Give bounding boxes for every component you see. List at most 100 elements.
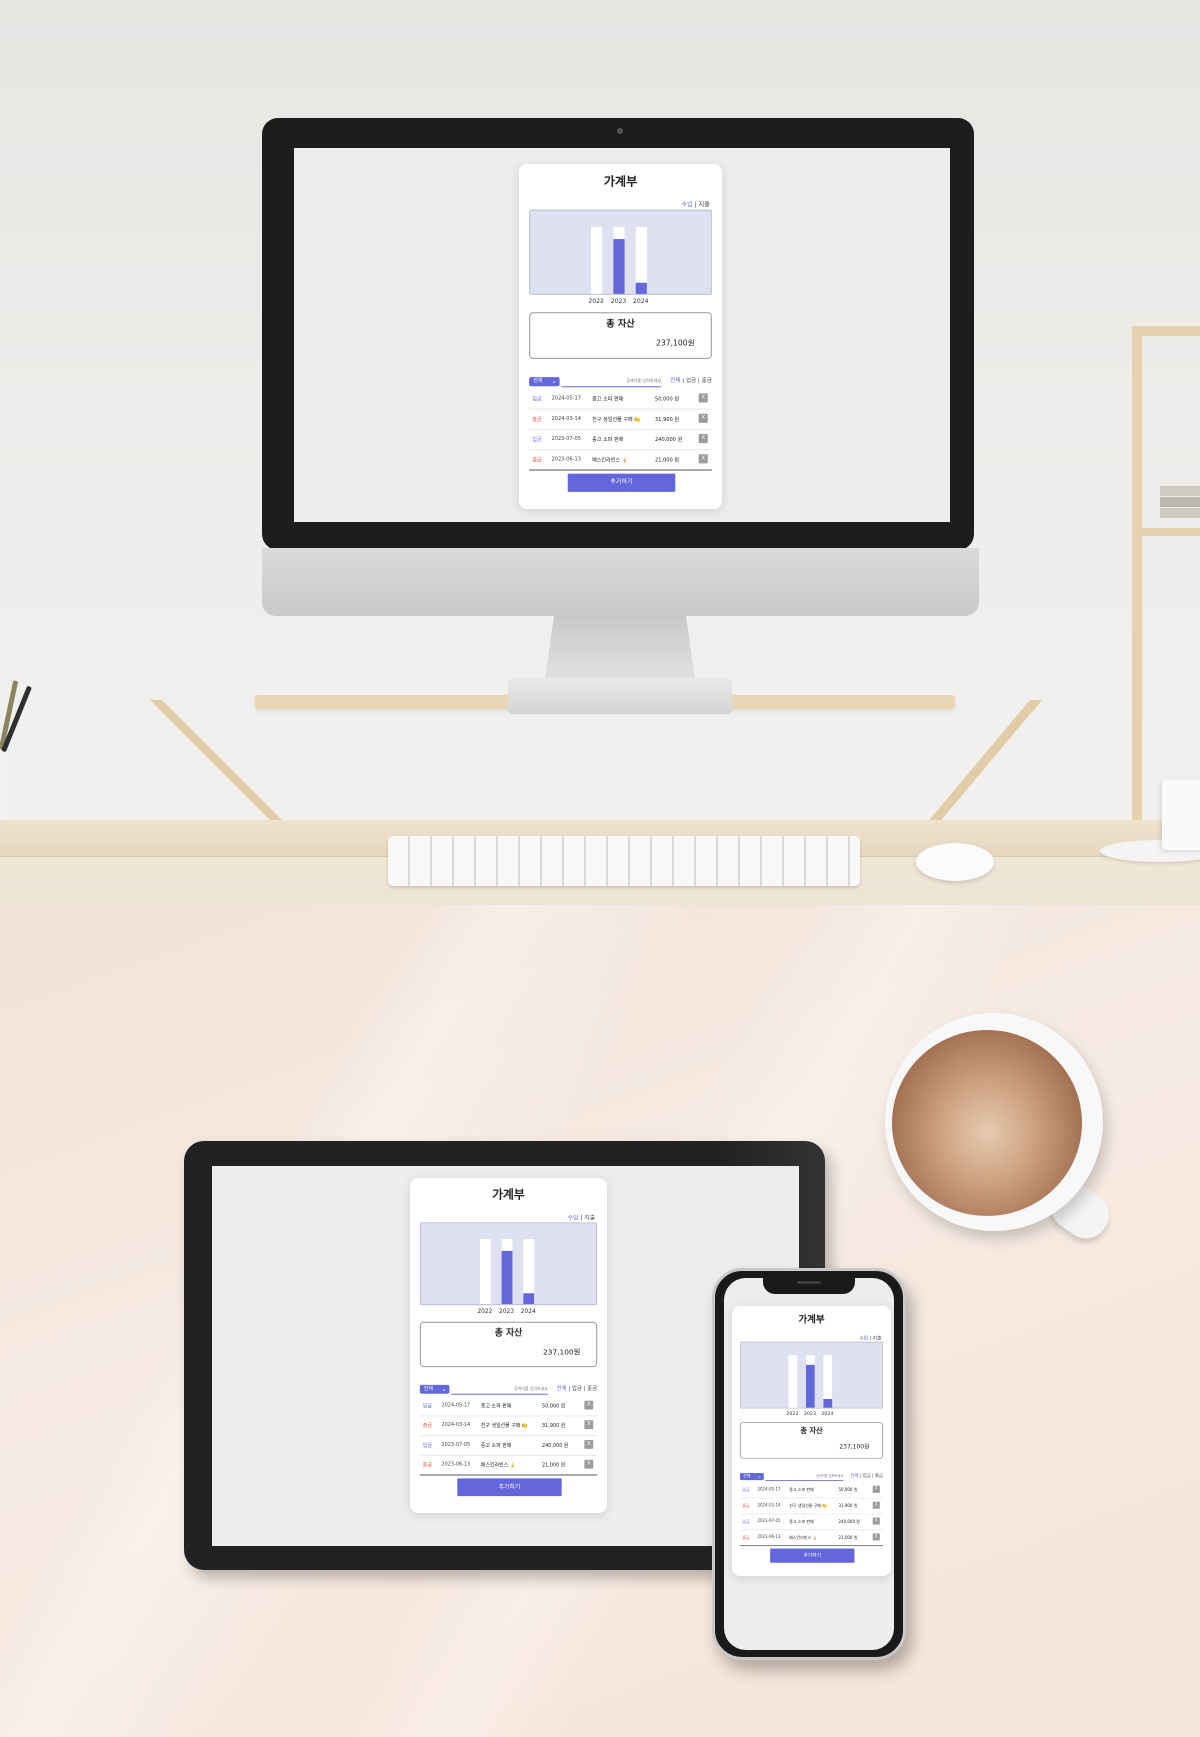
search-input[interactable]: 검색어를 입력하세요 <box>561 377 662 388</box>
transaction-row: 출금 2024-03-14 친구 생일선물 구매 🍋 31,900 원 X <box>529 410 712 430</box>
filter-bar: 전체 ⌄ 검색어를 입력하세요 전체 | 입금 | 출금 <box>419 1384 597 1395</box>
transaction-amount: 50,000 원 <box>541 1403 566 1410</box>
category-dropdown[interactable]: 전체 ⌄ <box>419 1384 450 1394</box>
search-input[interactable]: 검색어를 입력하세요 <box>451 1385 548 1395</box>
toggle-income[interactable]: 수입 <box>681 202 692 209</box>
tab-all[interactable]: 전체 <box>850 1474 858 1479</box>
chart-bar-2024 <box>823 1398 833 1408</box>
budget-app: 가계부 수입 | 지출 2022 2023 2024 총 자산 237,100원 전… <box>519 164 722 509</box>
transaction-description: 중고 소파 판매 <box>789 1488 814 1493</box>
total-asset-value: 237,100원 <box>839 1442 870 1450</box>
yearly-chart <box>419 1222 598 1306</box>
add-button[interactable]: 추가하기 <box>457 1478 562 1497</box>
app-card-phone: 가계부 수입 | 지출 2022 2023 2024 총 자산 237,100원 전… <box>732 1306 891 1577</box>
tab-deposit[interactable]: 입금 <box>686 378 696 384</box>
transaction-description: 배스킨라빈스 🍦 <box>789 1535 818 1541</box>
dropdown-value: 전체 <box>533 378 543 385</box>
toggle-income[interactable]: 수입 <box>859 1335 868 1341</box>
category-dropdown[interactable]: 전체 ⌄ <box>529 377 560 387</box>
camera-dot <box>617 128 623 134</box>
income-expense-toggle: 수입 | 지출 <box>568 1212 596 1221</box>
transaction-row: 입금 2023-07-05 중고 소파 판매 240,000 원 X <box>739 1514 884 1531</box>
delete-button[interactable]: X <box>584 1400 594 1410</box>
transaction-description: 친구 생일선물 구매 🍋 <box>480 1423 528 1430</box>
tab-deposit[interactable]: 입금 <box>572 1386 582 1392</box>
tab-withdraw[interactable]: 출금 <box>587 1386 597 1392</box>
type-tabs: 전체 | 입금 | 출금 <box>850 1473 883 1480</box>
chart-bar-track <box>805 1355 815 1408</box>
transaction-list: 입금 2024-05-17 중고 소파 판매 50,000 원 X 출금 2024-03-1… <box>739 1482 884 1547</box>
mug <box>1162 780 1200 850</box>
app-title: 가계부 <box>603 174 638 189</box>
delete-button[interactable]: X <box>872 1485 880 1493</box>
delete-button[interactable]: X <box>698 393 708 403</box>
tab-all[interactable]: 전체 <box>670 378 680 384</box>
delete-button[interactable]: X <box>698 433 708 444</box>
transaction-description: 배스킨라빈스 🍦 <box>592 457 629 464</box>
transaction-amount: 240,000 원 <box>655 437 683 444</box>
total-asset-value: 237,100원 <box>543 1347 581 1357</box>
transaction-row: 입금 2024-05-17 중고 소파 판매 50,000 원 X <box>529 389 712 410</box>
transaction-date: 2024-05-17 <box>551 395 581 402</box>
chart-bar-2023 <box>613 238 625 294</box>
latte <box>892 1030 1082 1216</box>
tab-deposit[interactable]: 입금 <box>863 1474 871 1479</box>
transaction-amount: 31,900 원 <box>838 1503 858 1509</box>
imac-neck <box>545 616 695 680</box>
delete-button[interactable]: X <box>584 1420 594 1430</box>
total-asset-title: 총 자산 <box>606 319 635 330</box>
budget-app: 가계부 수입 | 지출 2022 2023 2024 총 자산 237,100원 전… <box>732 1306 891 1576</box>
tab-withdraw[interactable]: 출금 <box>702 378 712 384</box>
delete-button[interactable]: X <box>584 1459 594 1469</box>
search-input[interactable]: 검색어를 입력하세요 <box>765 1473 844 1481</box>
delete-button[interactable]: X <box>698 454 708 464</box>
add-button[interactable]: 추가하기 <box>567 473 676 492</box>
app-card-tablet: 가계부 수입 | 지출 2022 2023 2024 총 자산 237,100원 전… <box>410 1178 607 1513</box>
transaction-amount: 31,900 원 <box>655 416 680 423</box>
chart-x-label: 2024 <box>821 1410 834 1417</box>
transaction-description: 중고 소파 판매 <box>592 437 624 444</box>
transaction-description: 중고 소파 판매 <box>789 1519 814 1525</box>
tab-withdraw[interactable]: 출금 <box>875 1474 883 1479</box>
delete-button[interactable]: X <box>872 1533 880 1541</box>
transaction-row: 입금 2023-07-05 중고 소파 판매 240,000 원 X <box>419 1436 598 1456</box>
toggle-expense[interactable]: 지출 <box>584 1214 595 1221</box>
transaction-date: 2023-06-13 <box>551 456 581 463</box>
budget-app: 가계부 수입 | 지출 2022 2023 2024 총 자산 237,100원 전… <box>410 1178 607 1513</box>
dropdown-value: 전체 <box>743 1473 751 1479</box>
filter-bar: 전체 ⌄ 검색어를 입력하세요 전체 | 입금 | 출금 <box>529 377 712 388</box>
transaction-date: 2024-03-14 <box>757 1503 781 1508</box>
tab-all[interactable]: 전체 <box>557 1386 567 1392</box>
transaction-type: 입금 <box>742 1519 750 1525</box>
chart-bar-2023 <box>501 1250 513 1305</box>
transaction-amount: 240,000 원 <box>838 1519 860 1525</box>
transaction-row: 출금 2024-03-14 친구 생일선물 구매 🍋 31,900 원 X <box>739 1498 884 1515</box>
app-title: 가계부 <box>492 1187 525 1202</box>
total-asset-value: 237,100원 <box>656 338 695 348</box>
chart-bar-track <box>823 1355 833 1408</box>
transaction-type: 출금 <box>422 1462 432 1469</box>
transaction-type: 출금 <box>742 1535 750 1541</box>
chart-bar-track <box>479 1239 491 1305</box>
app-title: 가계부 <box>798 1313 825 1326</box>
delete-button[interactable]: X <box>698 413 708 423</box>
transaction-list: 입금 2024-05-17 중고 소파 판매 50,000 원 X 출금 2024-03-1… <box>419 1397 598 1476</box>
income-expense-toggle: 수입 | 지출 <box>859 1334 881 1341</box>
toggle-income[interactable]: 수입 <box>568 1214 579 1221</box>
category-dropdown[interactable]: 전체 ⌄ <box>739 1472 764 1481</box>
chart-bar-track <box>613 226 625 294</box>
transaction-description: 중고 소파 판매 <box>480 1442 512 1449</box>
delete-button[interactable]: X <box>584 1440 594 1449</box>
toggle-expense[interactable]: 지출 <box>873 1335 882 1341</box>
type-tabs: 전체 | 입금 | 출금 <box>557 1385 597 1394</box>
add-button[interactable]: 추가하기 <box>770 1548 855 1563</box>
chart-bar-2024 <box>523 1293 535 1305</box>
book <box>1160 497 1200 507</box>
transaction-row: 입금 2023-07-05 중고 소파 판매 240,000 원 X <box>529 430 712 451</box>
transaction-amount: 50,000 원 <box>838 1488 858 1493</box>
delete-button[interactable]: X <box>872 1501 880 1509</box>
toggle-expense[interactable]: 지출 <box>699 202 710 209</box>
transaction-date: 2023-07-05 <box>757 1519 781 1524</box>
transaction-type: 입금 <box>532 396 542 403</box>
delete-button[interactable]: X <box>872 1517 880 1525</box>
